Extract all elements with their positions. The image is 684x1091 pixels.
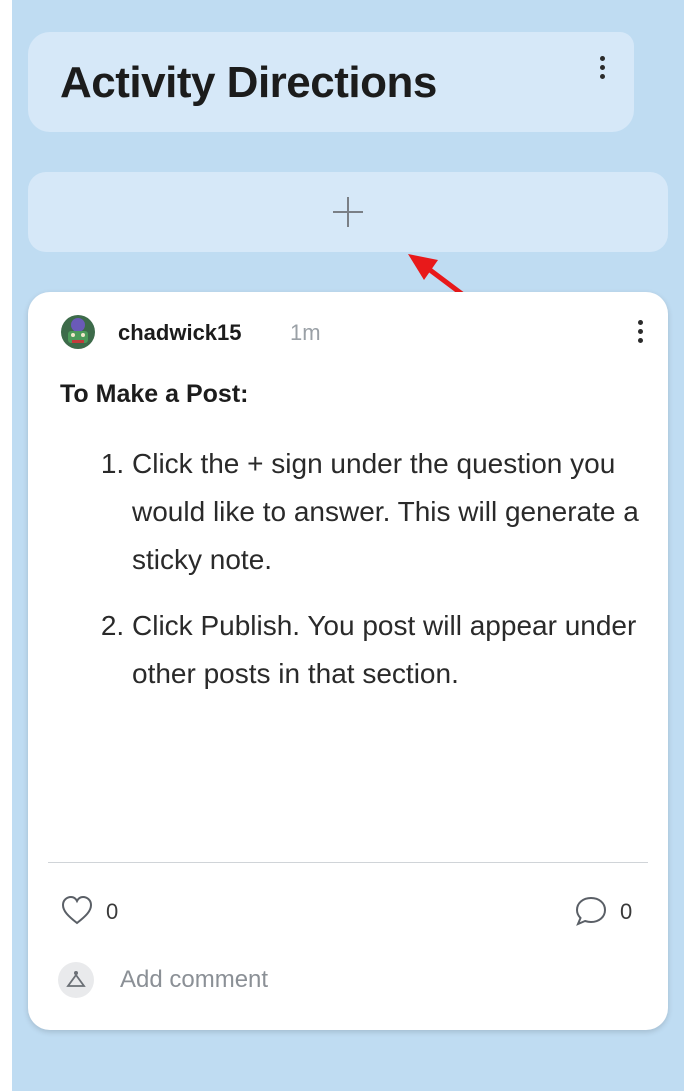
section-title: Activity Directions <box>60 58 437 107</box>
post-menu-button[interactable] <box>632 320 648 360</box>
list-item: Click the + sign under the question you … <box>132 440 672 584</box>
comment-button[interactable]: 0 <box>574 894 632 930</box>
plus-icon <box>333 197 363 227</box>
like-button[interactable]: 0 <box>60 894 118 930</box>
menu-dot <box>599 74 605 79</box>
divider <box>48 862 648 863</box>
menu-dot <box>637 320 643 325</box>
section-header: Activity Directions <box>28 32 634 132</box>
menu-dot <box>599 65 605 70</box>
avatar <box>61 315 95 349</box>
comment-count: 0 <box>620 899 633 924</box>
add-post-button[interactable] <box>28 172 668 252</box>
list-item: Click Publish. You post will appear unde… <box>132 602 672 698</box>
section-menu-button[interactable] <box>594 56 610 96</box>
add-comment-input[interactable]: Add comment <box>120 966 268 994</box>
post-heading: To Make a Post: <box>60 380 249 408</box>
menu-dot <box>637 338 643 343</box>
anonymous-user-icon <box>66 971 86 987</box>
steps-list: Click the + sign under the question you … <box>78 440 672 716</box>
like-count: 0 <box>106 899 119 924</box>
post-author[interactable]: chadwick15 <box>118 320 242 346</box>
comment-icon <box>575 896 607 926</box>
commenter-avatar <box>58 962 94 998</box>
post-card[interactable]: chadwick15 1m To Make a Post: Click the … <box>28 292 668 1030</box>
menu-dot <box>637 329 643 334</box>
menu-dot <box>599 56 605 61</box>
heart-icon <box>61 895 93 925</box>
board-column: Activity Directions chadwick15 1m To Mak… <box>12 0 684 1091</box>
post-time: 1m <box>290 320 321 345</box>
